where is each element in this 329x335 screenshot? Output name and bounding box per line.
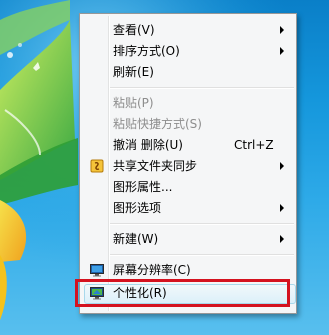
menu-item-refresh[interactable]: 刷新(E) [82, 62, 294, 82]
screen-resolution-icon [90, 264, 104, 277]
menu-item-graphics-options[interactable]: 图形选项 [82, 198, 294, 218]
menu-separator [110, 254, 294, 256]
menu-item-label: 图形选项 [113, 201, 162, 215]
submenu-arrow-icon [280, 47, 284, 55]
menu-item-shortcut: Ctrl+Z [234, 138, 274, 152]
menu-item-paste-shortcut[interactable]: 粘贴快捷方式(S) [82, 114, 294, 134]
submenu-arrow-icon [280, 235, 284, 243]
menu-item-label: 粘贴快捷方式(S) [113, 117, 202, 131]
context-menu: 查看(V) 排序方式(O) 刷新(E) 粘贴(P) 粘贴快捷方式(S) 撤消 删… [79, 13, 297, 314]
menu-separator [110, 87, 294, 89]
menu-item-label: 刷新(E) [113, 65, 154, 79]
menu-item-screen-resolution[interactable]: 屏幕分辨率(C) [82, 260, 294, 280]
submenu-arrow-icon [280, 162, 284, 170]
red-highlight-annotation [75, 279, 290, 307]
submenu-arrow-icon [280, 26, 284, 34]
sync-folder-icon [90, 159, 104, 173]
menu-item-graphics-properties[interactable]: 图形属性... [82, 177, 294, 197]
menu-item-view[interactable]: 查看(V) [82, 20, 294, 40]
menu-item-label: 粘贴(P) [113, 96, 154, 110]
menu-item-label: 新建(W) [113, 232, 159, 246]
submenu-arrow-icon [280, 204, 284, 212]
menu-item-paste[interactable]: 粘贴(P) [82, 93, 294, 113]
menu-item-undo-delete[interactable]: 撤消 删除(U) Ctrl+Z [82, 135, 294, 155]
menu-item-sort-by[interactable]: 排序方式(O) [82, 41, 294, 61]
menu-separator [110, 223, 294, 225]
menu-item-label: 屏幕分辨率(C) [113, 263, 191, 277]
menu-item-label: 撤消 删除(U) [113, 138, 183, 152]
menu-item-new[interactable]: 新建(W) [82, 229, 294, 249]
menu-item-label: 查看(V) [113, 23, 155, 37]
menu-item-label: 图形属性... [113, 180, 173, 194]
menu-item-label: 排序方式(O) [113, 44, 180, 58]
menu-item-label: 共享文件夹同步 [113, 159, 198, 173]
menu-item-shared-folder-sync[interactable]: 共享文件夹同步 [82, 156, 294, 176]
